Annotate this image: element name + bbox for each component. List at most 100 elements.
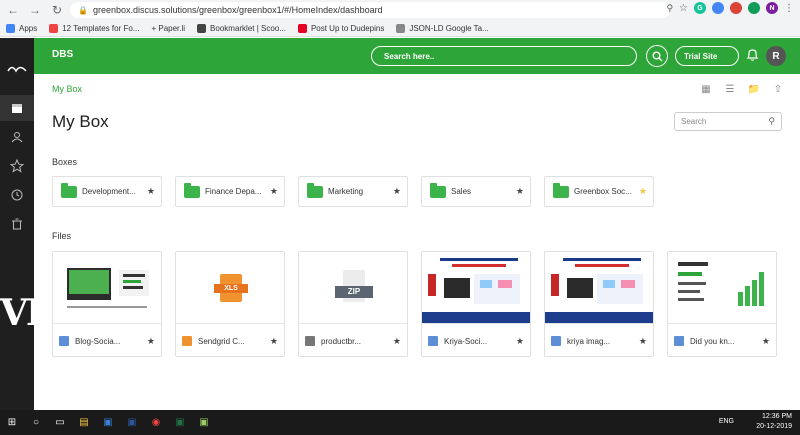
file-thumbnail (53, 252, 161, 324)
folder-card[interactable]: Development... ★ (52, 176, 162, 207)
rail-recent[interactable] (0, 182, 34, 208)
extension-icon[interactable] (748, 2, 760, 14)
upload-icon[interactable]: ⇧ (770, 82, 786, 96)
bookmark-item[interactable]: + Paper.li (151, 24, 185, 33)
bookmark-favicon (297, 23, 307, 33)
rail-trash[interactable] (0, 211, 34, 237)
star-icon[interactable]: ★ (147, 336, 155, 347)
star-icon[interactable]: ★ (639, 336, 647, 347)
profile-avatar[interactable]: N (766, 2, 778, 14)
file-card[interactable]: Kriya-Soci... ★ (421, 251, 531, 357)
breadcrumb[interactable]: My Box (52, 84, 82, 94)
grid-view-icon[interactable]: ▦ (698, 82, 714, 96)
avatar[interactable]: R (766, 46, 786, 66)
star-icon[interactable]: ★ (639, 186, 647, 197)
file-card[interactable]: XLS Sendgrid C... ★ (175, 251, 285, 357)
section-files: Files (52, 231, 72, 241)
star-icon[interactable]: ★ (393, 186, 401, 197)
search-icon[interactable]: ○ (24, 410, 48, 435)
new-folder-icon[interactable]: 📁 (746, 82, 762, 96)
box-search-input[interactable]: Search ⚲ (674, 112, 782, 131)
clock-icon (11, 189, 23, 201)
folder-name: Greenbox Soc... (574, 187, 632, 196)
rail-users[interactable] (0, 124, 34, 150)
folder-name: Sales (451, 187, 472, 196)
grammarly-icon[interactable]: G (694, 2, 706, 14)
search-icon[interactable]: ⚲ (768, 116, 775, 127)
address-bar[interactable]: 🔒 greenbox.discus.solutions/greenbox/gre… (70, 2, 670, 18)
star-icon[interactable]: ★ (270, 336, 278, 347)
clock-date[interactable]: 20-12-2019 (756, 422, 792, 432)
file-footer: Kriya-Soci... ★ (422, 328, 530, 354)
bookmark-item[interactable]: Bookmarklet | Scoo... (197, 23, 286, 33)
file-thumbnail: ZIP (299, 252, 407, 324)
outlook-icon[interactable]: ▣ (96, 410, 120, 435)
clock-time[interactable]: 12:36 PM (756, 412, 792, 422)
bookmark-item[interactable]: Post Up to Dudepins (297, 23, 384, 33)
file-footer: productbr... ★ (299, 328, 407, 354)
box-icon (12, 104, 22, 113)
bell-icon[interactable] (746, 48, 759, 67)
chrome-icon[interactable]: ◉ (144, 410, 168, 435)
folder-name: Marketing (328, 187, 364, 196)
file-card[interactable]: Did you kn... ★ (667, 251, 777, 357)
app-header: DBS Search here.. Trial Site R (34, 38, 800, 74)
bookmark-favicon (396, 23, 406, 33)
star-icon[interactable]: ★ (516, 336, 524, 347)
word-icon[interactable]: ▣ (120, 410, 144, 435)
language-indicator[interactable]: ENG (719, 417, 734, 427)
forward-icon[interactable]: → (26, 1, 44, 19)
page-title: My Box (52, 112, 109, 131)
back-icon[interactable]: ← (4, 1, 22, 19)
folder-icon (553, 182, 569, 198)
zip-file-icon: ZIP (335, 270, 373, 302)
star-icon[interactable]: ★ (762, 336, 770, 347)
folder-card[interactable]: Marketing ★ (298, 176, 408, 207)
file-footer: Blog-Socia... ★ (53, 328, 161, 354)
star-icon[interactable]: ★ (393, 336, 401, 347)
file-footer: kriya imag... ★ (545, 328, 653, 354)
search-icon[interactable] (646, 45, 668, 67)
xls-file-icon (182, 336, 192, 346)
reload-icon[interactable]: ↻ (48, 1, 66, 19)
folder-card[interactable]: Greenbox Soc... ★ (544, 176, 654, 207)
windows-start-icon[interactable]: ⊞ (0, 410, 24, 435)
star-icon[interactable]: ★ (516, 186, 524, 197)
file-name: Blog-Socia... (75, 336, 121, 346)
star-icon[interactable]: ★ (147, 186, 155, 197)
search-icon[interactable]: ⚲ (666, 3, 673, 14)
folder-icon (61, 182, 77, 198)
app-icon[interactable]: ▣ (192, 410, 216, 435)
folder-card[interactable]: Sales ★ (421, 176, 531, 207)
browser-toolbar: ← → ↻ 🔒 greenbox.discus.solutions/greenb… (0, 0, 800, 20)
star-icon (10, 159, 24, 173)
trial-site-button[interactable]: Trial Site (675, 46, 739, 66)
bookmark-star-icon[interactable]: ☆ (679, 3, 688, 14)
rail-mybox[interactable] (0, 95, 34, 121)
file-explorer-icon[interactable]: ▤ (72, 410, 96, 435)
zip-file-icon (305, 336, 315, 346)
folder-card[interactable]: Finance Depa... ★ (175, 176, 285, 207)
file-card[interactable]: ZIP productbr... ★ (298, 251, 408, 357)
menu-icon[interactable]: ⋮ (784, 3, 794, 14)
file-card[interactable]: kriya imag... ★ (544, 251, 654, 357)
rail-favorites[interactable] (0, 153, 34, 179)
url-text: greenbox.discus.solutions/greenbox/green… (92, 5, 383, 15)
image-file-icon (59, 336, 69, 346)
file-name: productbr... (321, 336, 362, 346)
brand-name: DBS (52, 49, 74, 60)
extension-icon[interactable] (730, 2, 742, 14)
star-icon[interactable]: ★ (270, 186, 278, 197)
extension-icon[interactable] (712, 2, 724, 14)
excel-icon[interactable]: ▣ (168, 410, 192, 435)
bookmark-item[interactable]: 12 Templates for Fo... (49, 23, 139, 33)
file-card[interactable]: Blog-Socia... ★ (52, 251, 162, 357)
global-search-input[interactable]: Search here.. (371, 46, 637, 66)
file-name: kriya imag... (567, 336, 611, 346)
file-thumbnail: XLS (176, 252, 284, 324)
list-view-icon[interactable]: ☰ (722, 82, 738, 96)
bookmark-apps[interactable]: Apps (6, 23, 37, 33)
file-name: Sendgrid C... (198, 336, 245, 346)
task-view-icon[interactable]: ▭ (48, 410, 72, 435)
bookmark-item[interactable]: JSON-LD Google Ta... (396, 23, 489, 33)
